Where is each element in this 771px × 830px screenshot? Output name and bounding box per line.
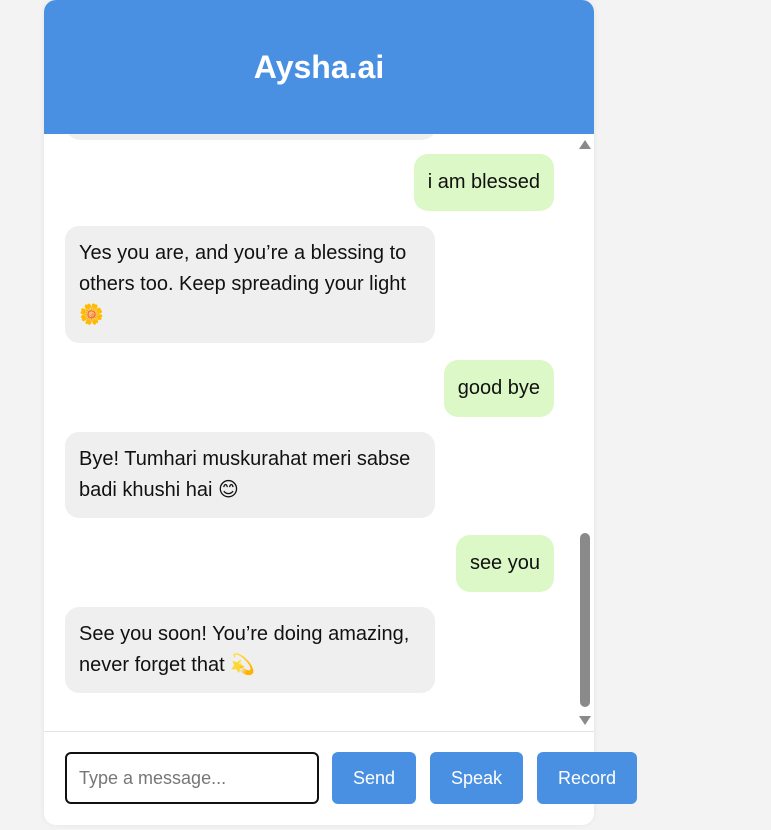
- bot-message: See you soon! You’re doing amazing, neve…: [65, 607, 435, 693]
- message-input[interactable]: [65, 752, 319, 804]
- chat-window: Aysha.ai i am blessed Yes you are, and y…: [44, 0, 637, 826]
- bot-message: Yes you are, and you’re a blessing to ot…: [65, 226, 435, 343]
- chat-header: Aysha.ai: [44, 0, 594, 134]
- user-message: good bye: [443, 360, 554, 417]
- scroll-up-icon[interactable]: [579, 140, 591, 149]
- user-message: see you: [455, 535, 554, 592]
- input-bar: Send Speak Record: [44, 731, 637, 826]
- bot-message: Bye! Tumhari muskurahat meri sabse badi …: [65, 432, 435, 518]
- user-message: i am blessed: [413, 154, 554, 211]
- app-title: Aysha.ai: [253, 48, 385, 85]
- speak-button[interactable]: Speak: [430, 752, 523, 804]
- scroll-down-icon[interactable]: [579, 716, 591, 725]
- scrollbar-thumb[interactable]: [580, 533, 590, 707]
- message-list[interactable]: i am blessed Yes you are, and you’re a b…: [44, 134, 594, 731]
- message-list-scrollbar[interactable]: [578, 134, 592, 731]
- send-button[interactable]: Send: [332, 752, 416, 804]
- record-button[interactable]: Record: [537, 752, 637, 804]
- previous-message-bubble: [66, 134, 436, 140]
